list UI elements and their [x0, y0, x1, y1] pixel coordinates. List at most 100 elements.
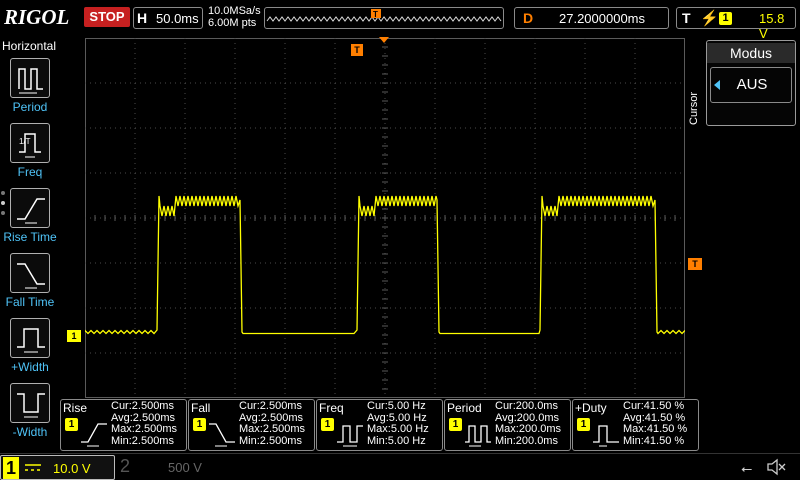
- stat-max: Max:41.50 %: [623, 423, 688, 435]
- horizontal-delay[interactable]: D 27.2000000ms: [514, 7, 669, 29]
- trigger-level-value: 15.8 V: [759, 11, 785, 41]
- cursor-side-label: Cursor: [688, 91, 700, 125]
- period-icon: [465, 425, 491, 447]
- measurement-stats: Cur:2.500ms Avg:2.500ms Max:2.500ms Min:…: [239, 400, 312, 447]
- ch2-tab[interactable]: 2 500 V: [116, 455, 226, 480]
- ch1-scale: 10.0 V: [53, 461, 91, 476]
- menu-heading: Horizontal: [2, 39, 57, 53]
- cursor-mode-select[interactable]: AUS: [710, 67, 792, 103]
- ch1-ground-marker[interactable]: 1: [67, 330, 81, 342]
- ch2-scale: 500 V: [168, 460, 202, 475]
- rigol-logo: RIGOL: [4, 5, 70, 29]
- delay-label: D: [523, 10, 534, 26]
- stat-max: Max:2.500ms: [239, 423, 306, 435]
- negative-width-icon: [10, 383, 50, 423]
- measurement-name: Freq: [319, 401, 344, 415]
- stat-min: Min:41.50 %: [623, 434, 685, 447]
- measurement-stats: Cur:200.0ms Avg:200.0ms Max:200.0ms Min:…: [495, 400, 568, 447]
- trigger-level-marker[interactable]: T: [688, 258, 702, 270]
- fall-icon: [209, 423, 235, 447]
- measurement-name: +Duty: [575, 401, 607, 415]
- measurement-rise[interactable]: Rise 1 Cur:2.500ms Avg:2.500ms Max:2.500…: [60, 399, 187, 451]
- timebase-value: 50.0ms: [156, 11, 199, 26]
- rising-edge-icon: ⚡: [700, 10, 719, 27]
- stat-cur: Cur:41.50 %: [623, 400, 685, 412]
- frequency-icon: 1/T: [10, 123, 50, 163]
- stat-min: Min:5.00 Hz: [367, 434, 426, 447]
- menu-item-label: -Width: [12, 425, 48, 439]
- measurement-bar: Rise 1 Cur:2.500ms Avg:2.500ms Max:2.500…: [60, 399, 700, 451]
- cursor-mode-title: Modus: [707, 43, 795, 63]
- menu-item-label: Fall Time: [5, 295, 55, 309]
- cursor-mode-softkey[interactable]: Modus AUS: [706, 40, 796, 126]
- ch1-number: 1: [3, 457, 19, 479]
- svg-text:1/T: 1/T: [19, 137, 31, 146]
- waveform-display[interactable]: [85, 38, 685, 398]
- menu-item-positive-width[interactable]: +Width: [0, 318, 60, 378]
- stat-max: Max:5.00 Hz: [367, 423, 429, 435]
- menu-item-negative-width[interactable]: -Width: [0, 383, 60, 443]
- memory-overview-waveform: T: [266, 9, 502, 22]
- graticule: [85, 38, 685, 398]
- measurement-fall[interactable]: Fall 1 Cur:2.500ms Avg:2.500ms Max:2.500…: [188, 399, 315, 451]
- measurement-stats: Cur:2.500ms Avg:2.500ms Max:2.500ms Min:…: [111, 400, 184, 447]
- stat-cur: Cur:2.500ms: [111, 400, 174, 412]
- status-bar: RIGOL STOP H 50.0ms 10.0MSa/s 6.00M pts …: [0, 0, 800, 41]
- measurement-name: Rise: [63, 401, 88, 415]
- memory-depth: 6.00M pts: [208, 17, 257, 29]
- measurement-name: Fall: [191, 401, 211, 415]
- stat-max: Max:2.500ms: [111, 423, 178, 435]
- menu-item-freq[interactable]: 1/T Freq: [0, 123, 60, 183]
- measurement-period[interactable]: Period 1 Cur:200.0ms Avg:200.0ms Max:200…: [444, 399, 571, 451]
- svg-text:T: T: [373, 10, 378, 19]
- acquisition-info: 10.0MSa/s 6.00M pts: [208, 5, 261, 29]
- fall-time-icon: [10, 253, 50, 293]
- channel-badge: 1: [193, 418, 206, 431]
- trigger-position-marker[interactable]: T: [351, 44, 363, 56]
- stat-cur: Cur:200.0ms: [495, 400, 558, 412]
- sample-rate: 10.0MSa/s: [208, 5, 261, 17]
- freq-icon: [337, 425, 363, 447]
- menu-item-label: +Width: [11, 360, 49, 374]
- dc-coupling-icon: [25, 464, 41, 471]
- measurement-freq[interactable]: Freq 1 Cur:5.00 Hz Avg:5.00 Hz Max:5.00 …: [316, 399, 443, 451]
- trigger-position-arrow-icon: [379, 37, 389, 43]
- menu-item-label: Freq: [17, 165, 43, 179]
- cursor-panel: Cursor Modus AUS: [688, 38, 800, 130]
- ch1-tab[interactable]: 1 10.0 V: [0, 455, 115, 480]
- stat-cur: Cur:2.500ms: [239, 400, 302, 412]
- stat-cur: Cur:5.00 Hz: [367, 400, 426, 412]
- cursor-mode-value: AUS: [736, 76, 768, 93]
- measurement-stats: Cur:5.00 Hz Avg:5.00 Hz Max:5.00 Hz Min:…: [367, 400, 440, 447]
- menu-item-fall-time[interactable]: Fall Time: [0, 253, 60, 313]
- stat-min: Min:2.500ms: [111, 434, 174, 447]
- rise-time-icon: [10, 188, 50, 228]
- measurement-duty[interactable]: +Duty 1 Cur:41.50 % Avg:41.50 % Max:41.5…: [572, 399, 699, 451]
- channel-badge: 1: [449, 418, 462, 431]
- channel-badge: 1: [321, 418, 334, 431]
- channel-badge: 1: [577, 418, 590, 431]
- trigger-settings[interactable]: T ⚡ 1 15.8 V: [676, 7, 796, 41]
- memory-overview-strip: T: [264, 7, 504, 29]
- menu-item-rise-time[interactable]: Rise Time: [0, 188, 60, 248]
- measurement-name: Period: [447, 401, 482, 415]
- period-icon: [10, 58, 50, 98]
- run-stop-indicator[interactable]: STOP: [84, 7, 130, 27]
- trigger-source-badge: 1: [719, 12, 732, 25]
- horizontal-timebase[interactable]: H 50.0ms: [133, 7, 203, 29]
- menu-item-period[interactable]: Period: [0, 58, 60, 118]
- positive-width-icon: [10, 318, 50, 358]
- stat-min: Min:200.0ms: [495, 434, 558, 447]
- menu-item-label: Rise Time: [3, 230, 57, 244]
- stat-max: Max:200.0ms: [495, 423, 562, 435]
- channel-badge: 1: [65, 418, 78, 431]
- horizontal-measure-menu: Horizontal Period 1/T Freq Rise Time Fal…: [0, 38, 60, 454]
- duty-icon: [593, 425, 619, 447]
- horizontal-label: H: [137, 10, 148, 26]
- measurement-stats: Cur:41.50 % Avg:41.50 % Max:41.50 % Min:…: [623, 400, 696, 447]
- delay-value: 27.2000000ms: [559, 11, 646, 26]
- stat-min: Min:2.500ms: [239, 434, 302, 447]
- ch2-number: 2: [120, 456, 131, 476]
- rise-icon: [81, 423, 107, 447]
- mute-icon[interactable]: [765, 458, 787, 476]
